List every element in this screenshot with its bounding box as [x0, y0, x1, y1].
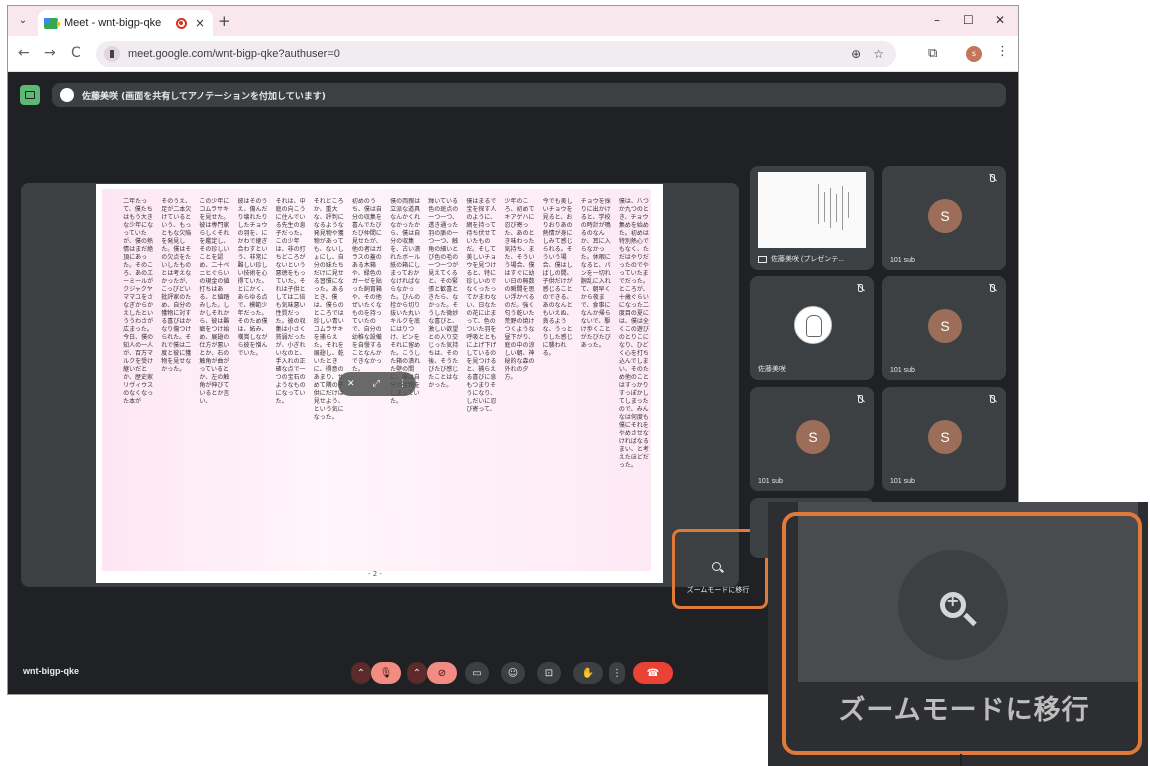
- tab-search-chevron-icon[interactable]: ⌄: [14, 13, 32, 29]
- tile-name: 101 sub: [890, 478, 915, 485]
- emoji-button[interactable]: ☺: [501, 662, 525, 684]
- tile-name: 佐藤美咲: [758, 366, 786, 373]
- extensions-icon[interactable]: ⧉: [928, 46, 937, 61]
- presenter-banner-text: 佐藤美咲 (画面を共有してアノテーションを付加しています): [82, 91, 326, 102]
- captions-icon: ▭: [472, 667, 482, 679]
- document-column: 僕は、八つか九つのとき、チョウ集めを始めた。初めは特別熱心でもなく、ただはやりだ…: [618, 198, 649, 469]
- document-column: 二年たって、僕たちはもう大きな少年になっていたが、僕の熱情はまだ絶頂にあった。そ…: [123, 198, 154, 405]
- site-info-icon[interactable]: [104, 46, 120, 62]
- tab-title: Meet - wnt-bigp-qke: [64, 17, 162, 29]
- avatar: S: [796, 420, 830, 454]
- profile-avatar[interactable]: s: [966, 46, 982, 62]
- camera-options-button[interactable]: ⌃: [407, 662, 427, 684]
- screenshot-stage: ⌄ Meet - wnt-bigp-qke × + – ☐ ✕ ← → C me…: [0, 0, 1150, 766]
- participant-tile-presentation[interactable]: 佐藤美咲 (プレゼンテ...: [750, 166, 874, 270]
- recording-indicator-icon: [175, 17, 187, 29]
- tab-close-icon[interactable]: ×: [195, 16, 205, 30]
- more-options-button[interactable]: ⋮: [609, 662, 625, 684]
- highlight-box-large: [782, 512, 1142, 755]
- presentation-thumbnail: [758, 172, 866, 248]
- captions-button[interactable]: ▭: [465, 662, 489, 684]
- reload-button[interactable]: C: [71, 45, 81, 61]
- back-button[interactable]: ←: [18, 45, 30, 61]
- present-button[interactable]: ⊡: [537, 662, 561, 684]
- document-column: 少年のころ、初めてキアゲハに忍び寄った、あのとき味わった気持ち、また、そういう場…: [504, 198, 535, 381]
- zoom-mode-label: ズームモードに移行: [686, 586, 750, 594]
- participant-tile[interactable]: 佐藤美咲: [750, 276, 874, 380]
- document-column: この少年にコムラサキを見せた。彼は専門家らしくそれを鑑定し、その珍しいことを認め…: [199, 198, 230, 405]
- mic-off-icon: [988, 395, 996, 403]
- document-column: 輝いている色の斑点の一つ一つ、透き通った羽の脈の一つ一つ、触角の細いとび色の毛の…: [428, 198, 459, 389]
- new-tab-button[interactable]: +: [218, 12, 231, 30]
- participant-tile[interactable]: S 101 sub: [882, 276, 1006, 380]
- participant-tile[interactable]: S 101 sub: [882, 387, 1006, 491]
- zoom-page-icon[interactable]: ⊕: [851, 47, 861, 61]
- mic-off-icon: [988, 174, 996, 182]
- overlay-expand-icon[interactable]: ⤢: [373, 379, 380, 389]
- zoom-icon-circle[interactable]: [703, 553, 729, 579]
- maximize-button[interactable]: ☐: [963, 13, 974, 27]
- url-text[interactable]: meet.google.com/wnt-bigp-qke?authuser=0: [128, 48, 851, 60]
- page-number: - 2 -: [368, 570, 382, 578]
- overlay-more-icon[interactable]: ⋮: [398, 379, 407, 389]
- browser-menu-icon[interactable]: ⋮: [996, 44, 1009, 59]
- camera-toggle-button[interactable]: ⊘: [427, 662, 457, 684]
- hand-icon: ✋: [581, 667, 595, 679]
- document-column: 彼はそのうえ、傷んだり壊れたりしたチョウの羽を、にかわで継ぎ合わすという、非常に…: [237, 198, 268, 357]
- raise-hand-button[interactable]: ✋: [573, 662, 603, 684]
- close-window-button[interactable]: ✕: [995, 13, 1005, 27]
- more-vert-icon: ⋮: [612, 667, 622, 679]
- forward-button[interactable]: →: [44, 45, 56, 61]
- address-bar-row: ← → C meet.google.com/wnt-bigp-qke?authu…: [8, 36, 1018, 72]
- hangup-icon: ☎: [646, 667, 660, 679]
- document-column: 今でも美しいチョウを見ると、おりおりあの熱情が身にしみて感じられる。そういう場合…: [542, 198, 573, 357]
- emoji-icon: ☺: [507, 667, 519, 679]
- callout-pointer: [960, 754, 962, 766]
- tile-name: 101 sub: [890, 367, 915, 374]
- magnifier-plus-icon: [711, 561, 721, 571]
- tile-name: 101 sub: [758, 478, 783, 485]
- document-column: 僕はまるで宝を探す人のように、網を持って待ち伏せていたものだ。そして美しいチョウ…: [466, 198, 497, 413]
- presentation-icon[interactable]: [20, 85, 40, 105]
- presenting-icon: [758, 255, 767, 263]
- presenter-toggle[interactable]: [60, 88, 74, 102]
- shared-screen-stage: 僕は、八つか九つのとき、チョウ集めを始めた。初めは特別熱心でもなく、ただはやりだ…: [21, 183, 739, 587]
- overlay-mic-icon[interactable]: ✕: [347, 379, 355, 389]
- minimize-button[interactable]: –: [934, 13, 940, 27]
- avatar: S: [928, 309, 962, 343]
- avatar: S: [928, 199, 962, 233]
- omnibox[interactable]: meet.google.com/wnt-bigp-qke?authuser=0 …: [96, 41, 896, 67]
- tab-bar: ⌄ Meet - wnt-bigp-qke × + – ☐ ✕: [8, 6, 1018, 36]
- mic-off-icon: 🎙: [379, 667, 393, 679]
- document-column: そのうえ、足が二本欠けているという、もっともな欠陥を発見した。僕はその欠点をたい…: [161, 198, 192, 373]
- camera-off-icon: ⊘: [437, 667, 447, 679]
- mic-off-icon: [856, 395, 864, 403]
- tile-name: 佐藤美咲 (プレゼンテ...: [758, 254, 844, 264]
- document-column: チョウを採りに出かけると、学校の時計が鳴るのなんか、耳に入らなかった。休暇になる…: [580, 198, 611, 349]
- shared-document: 僕は、八つか九つのとき、チョウ集めを始めた。初めは特別熱心でもなく、ただはやりだ…: [96, 184, 663, 583]
- participant-tile[interactable]: S 101 sub: [750, 387, 874, 491]
- avatar: S: [928, 420, 962, 454]
- document-column: それは、中庭の向こうに住んでいる先生の息子だった。この少年は、非の打ちどころがな…: [275, 198, 306, 405]
- mic-options-button[interactable]: ⌃: [351, 662, 371, 684]
- portrait-avatar: [794, 306, 832, 344]
- present-screen-icon: ⊡: [544, 667, 554, 679]
- leave-call-button[interactable]: ☎: [633, 662, 673, 684]
- mic-off-icon: [988, 284, 996, 292]
- meet-favicon-icon: [44, 17, 61, 29]
- participant-tile[interactable]: S 101 sub: [882, 166, 1006, 270]
- screen-share-overlay-controls[interactable]: ✕ ⤢ ⋮: [338, 372, 416, 396]
- zoom-mode-button[interactable]: ズームモードに移行: [679, 545, 753, 605]
- browser-tab-meet[interactable]: Meet - wnt-bigp-qke ×: [38, 10, 213, 36]
- mic-toggle-button[interactable]: 🎙: [371, 662, 401, 684]
- mic-off-icon: [856, 284, 864, 292]
- bookmark-star-icon[interactable]: ☆: [873, 47, 884, 61]
- tile-name: 101 sub: [890, 257, 915, 264]
- meeting-code: wnt-bigp-qke: [23, 666, 79, 676]
- presenter-banner: 佐藤美咲 (画面を共有してアノテーションを付加しています): [52, 83, 1006, 107]
